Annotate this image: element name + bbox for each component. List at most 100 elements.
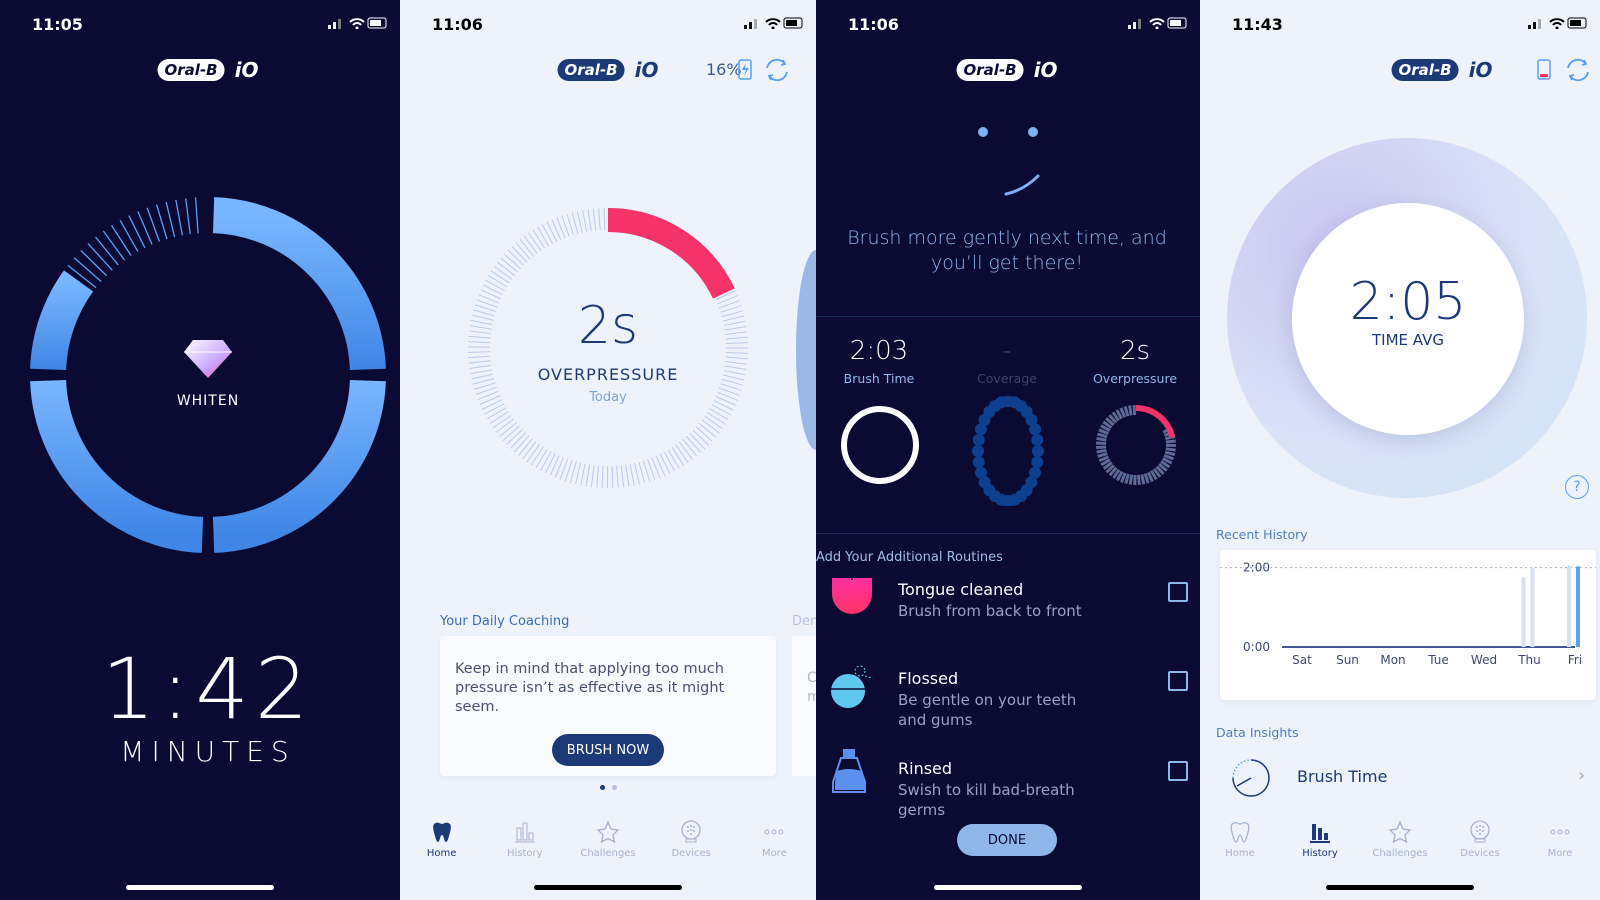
session-bar[interactable] <box>1567 565 1571 647</box>
nav-challenges[interactable]: Challenges <box>1365 820 1435 859</box>
ring-tick <box>469 364 492 369</box>
nav-label: Challenges <box>580 848 636 859</box>
ring-tick <box>724 326 747 331</box>
bottom-nav: Home History Challenges Devices More <box>400 820 816 859</box>
nav-label: Devices <box>671 848 711 859</box>
session-bar[interactable] <box>1576 566 1580 647</box>
brush-head-icon <box>681 820 701 843</box>
ring-tick <box>713 400 734 411</box>
status-time: 11:43 <box>1232 15 1283 34</box>
signal-wifi-battery-icon <box>1128 17 1187 29</box>
nav-more[interactable]: More <box>1525 820 1595 859</box>
diamond-icon <box>184 340 232 378</box>
nav-challenges[interactable]: Challenges <box>573 820 643 859</box>
ring-tick <box>625 464 630 487</box>
x-tick-label: Fri <box>1568 653 1582 667</box>
overpressure-arc <box>607 208 735 299</box>
ring-tick <box>582 210 588 233</box>
battery-low-icon <box>1537 59 1551 80</box>
next-coaching-card[interactable]: C m <box>792 636 816 776</box>
ring-tick <box>468 330 491 335</box>
ring-tick <box>1123 406 1130 417</box>
help-button[interactable]: ? <box>1565 475 1589 499</box>
brush-now-button[interactable]: BRUSH NOW <box>552 734 664 766</box>
insight-label: Brush Time <box>1297 767 1388 786</box>
screen-home: 11:06 Oral-B iO 16% 2s OVERPRESSURE Toda… <box>400 0 816 900</box>
ring-tick <box>546 221 558 242</box>
status-icons <box>328 17 388 29</box>
insight-brush-time[interactable]: Brush Time › <box>1220 755 1600 801</box>
mode-label: WHITEN <box>176 393 240 409</box>
ring-tick <box>689 432 706 450</box>
page-dot-active[interactable] <box>600 785 605 790</box>
home-indicator[interactable] <box>126 885 274 890</box>
routine-checkbox[interactable] <box>1168 671 1188 691</box>
ring-tick <box>470 369 493 375</box>
ring-tick <box>1128 474 1134 485</box>
home-indicator[interactable] <box>534 885 682 890</box>
nav-home[interactable]: Home <box>1205 820 1275 859</box>
timer-remaining-tick <box>94 236 119 266</box>
nav-devices[interactable]: Devices <box>1445 820 1515 859</box>
ring-tick <box>1095 445 1107 450</box>
ring-tick <box>484 403 505 415</box>
next-card-text: m <box>807 689 816 705</box>
timer-remaining-tick <box>175 199 184 236</box>
nav-home[interactable]: Home <box>407 820 477 859</box>
routine-title: Tongue cleaned <box>898 580 1024 599</box>
nav-history[interactable]: History <box>1285 820 1355 859</box>
nav-label: Home <box>426 848 457 859</box>
timer-remaining-tick <box>165 201 176 238</box>
signal-wifi-battery-icon <box>744 17 803 29</box>
ring-tick <box>725 361 748 365</box>
ring-tick <box>1143 473 1150 484</box>
tooth <box>1031 456 1044 469</box>
ring-tick <box>473 309 495 317</box>
home-indicator[interactable] <box>934 885 1082 890</box>
routine-flossed[interactable]: Flossed Be gentle on your teeth and gums <box>816 665 1200 749</box>
ring-tick <box>711 404 732 416</box>
ring-tick <box>1096 437 1107 442</box>
nav-history[interactable]: History <box>490 820 560 859</box>
brand-logo: Oral-B iO <box>1391 58 1492 82</box>
stat-value: - <box>1002 336 1012 366</box>
routine-checkbox[interactable] <box>1168 582 1188 602</box>
star-icon <box>1388 820 1412 844</box>
routine-checkbox[interactable] <box>1168 761 1188 781</box>
ring-tick <box>489 411 509 424</box>
stopwatch-icon <box>1232 759 1270 797</box>
session-bar[interactable] <box>1530 567 1535 647</box>
stat-label: Coverage <box>977 371 1037 386</box>
ring-tick <box>537 226 550 247</box>
ring-tick <box>485 279 506 292</box>
ring-tick <box>722 315 745 322</box>
bar-chart-icon <box>1310 824 1330 843</box>
routine-title: Flossed <box>898 669 959 688</box>
coaching-card[interactable]: Keep in mind that applying too much pres… <box>440 636 776 776</box>
session-bar[interactable] <box>1521 577 1526 647</box>
ring-tick <box>469 325 492 330</box>
ring-tick <box>667 449 680 469</box>
battery-charging-icon <box>738 59 752 80</box>
nav-more[interactable]: More <box>739 820 809 859</box>
sync-icon[interactable] <box>1564 57 1592 83</box>
nav-devices[interactable]: Devices <box>656 820 726 859</box>
page-dot[interactable] <box>612 785 617 790</box>
page-dots[interactable] <box>600 785 617 790</box>
coaching-text: Keep in mind that applying too much pres… <box>455 661 725 715</box>
ring-tick <box>532 229 546 249</box>
ring-tick <box>725 331 748 335</box>
history-chart-card[interactable]: 2:00 0:00 Sat Sun Mon Tue Wed Thu Fri <box>1220 550 1596 700</box>
ring-tick <box>596 465 600 488</box>
x-tick-label: Thu <box>1517 653 1541 667</box>
ring-tick <box>1097 452 1108 458</box>
ring-tick <box>725 352 748 354</box>
routine-tongue[interactable]: Tongue cleaned Brush from back to front <box>816 578 1200 660</box>
home-indicator[interactable] <box>1326 885 1474 890</box>
sync-icon[interactable] <box>763 57 791 83</box>
nav-label: Home <box>1225 848 1255 859</box>
ring-tick <box>682 438 698 457</box>
ring-tick <box>480 289 501 300</box>
done-button[interactable]: DONE <box>957 824 1057 856</box>
ring-tick <box>522 441 537 460</box>
